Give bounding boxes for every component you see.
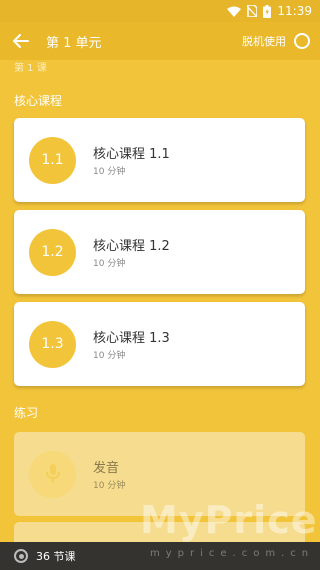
lesson-count: 36 节课	[36, 550, 76, 563]
offline-toggle-area: 脱机使用	[242, 33, 310, 49]
watermark-brand: MyPrice	[140, 498, 318, 542]
lesson-number-badge: 1.1	[29, 136, 76, 184]
battery-icon	[263, 4, 272, 18]
lesson-card[interactable]: 1.1 核心课程 1.1 10 分钟	[14, 118, 305, 202]
practice-title: 发音	[93, 461, 120, 476]
lesson-duration: 10 分钟	[93, 351, 126, 361]
back-arrow-icon[interactable]	[10, 30, 32, 52]
lesson-duration: 10 分钟	[93, 167, 126, 177]
lesson-number-badge: 1.3	[29, 320, 76, 368]
section-title-practice: 练习	[14, 406, 39, 420]
mic-icon	[29, 450, 76, 498]
practice-duration: 10 分钟	[93, 481, 126, 491]
lesson-title: 核心课程 1.2	[93, 239, 170, 254]
lesson-duration: 10 分钟	[93, 259, 126, 269]
lesson-card[interactable]: 1.3 核心课程 1.3 10 分钟	[14, 302, 305, 386]
offline-label: 脱机使用	[242, 35, 286, 48]
lesson-card[interactable]: 1.2 核心课程 1.2 10 分钟	[14, 210, 305, 294]
offline-toggle[interactable]	[294, 33, 310, 49]
status-bar: 11:39	[0, 0, 320, 22]
watermark-domain: myprice.com.cn	[150, 548, 315, 559]
wifi-icon	[227, 6, 242, 17]
status-time: 11:39	[277, 4, 312, 18]
page-title: 第 1 单元	[46, 35, 102, 51]
lesson-number-badge: 1.2	[29, 228, 76, 276]
target-icon	[14, 549, 28, 563]
lesson-title: 核心课程 1.1	[93, 147, 170, 162]
lesson-title: 核心课程 1.3	[93, 331, 170, 346]
app-bar: 第 1 单元 脱机使用	[0, 22, 320, 60]
section-title-core: 核心课程	[14, 94, 63, 108]
previous-section-title: 第 1 课	[14, 63, 47, 74]
no-sim-icon	[247, 5, 258, 17]
